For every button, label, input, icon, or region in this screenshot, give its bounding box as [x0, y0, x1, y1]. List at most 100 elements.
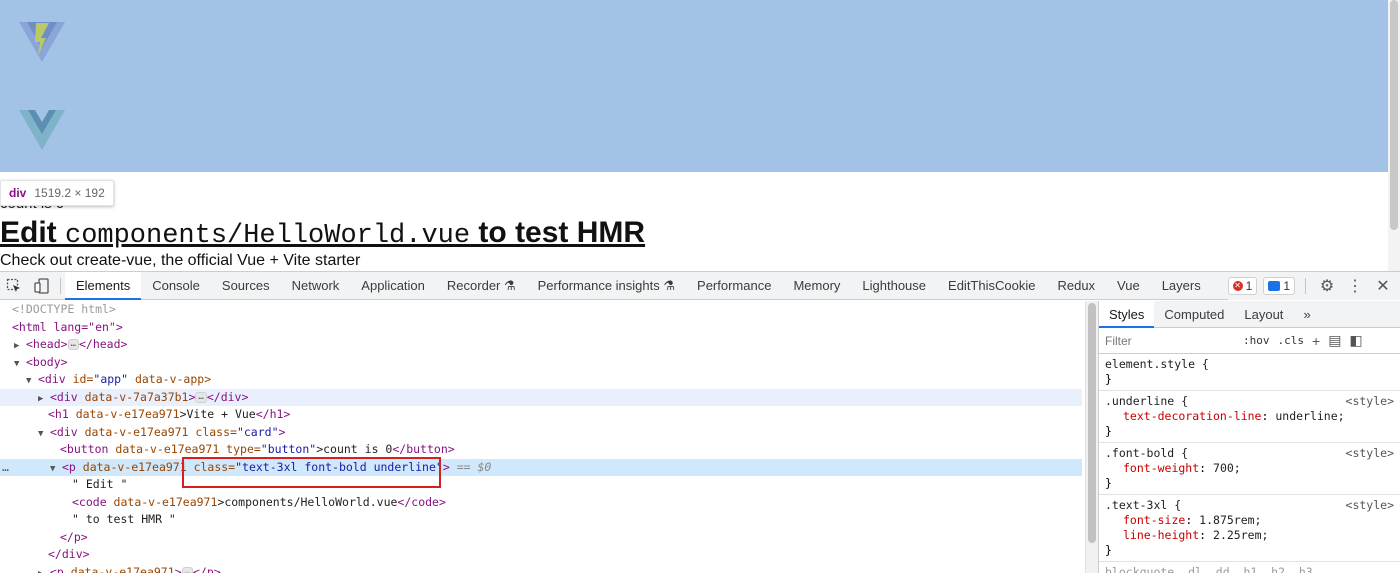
tab-memory[interactable]: Memory: [782, 272, 851, 300]
page-heading: Edit components/HelloWorld.vue to test H…: [0, 213, 645, 256]
div-tag: <div: [50, 424, 78, 439]
tab-lighthouse[interactable]: Lighthouse: [851, 272, 937, 300]
head-close-tag: </head>: [78, 337, 128, 351]
expand-arrow-icon[interactable]: ▶: [38, 566, 50, 573]
tree-row-div-close[interactable]: </div>: [0, 546, 1082, 564]
tab-layout[interactable]: Layout: [1234, 301, 1293, 328]
tab-performance[interactable]: Performance: [686, 272, 782, 300]
heading-code: components/HelloWorld.vue: [65, 221, 471, 251]
styles-filter-input[interactable]: [1105, 333, 1235, 348]
rule-source[interactable]: <style>: [1346, 394, 1394, 409]
tab-network[interactable]: Network: [281, 272, 351, 300]
style-property[interactable]: text-decoration-line: underline;: [1105, 409, 1394, 424]
collapsed-ellipsis[interactable]: …: [181, 566, 193, 573]
tree-row-div-card[interactable]: ▼ <div data-v-e17ea971 class="card">: [0, 424, 1082, 442]
device-toolbar-icon[interactable]: [28, 272, 56, 300]
attr-name: data-v-7a7a37b1: [77, 389, 189, 404]
p-tag: <p: [62, 459, 76, 474]
attr-name: data-v-e17ea971: [75, 459, 187, 474]
tag-end: >: [278, 424, 286, 439]
devtools-tabbar-actions: ✕ 1 1 ⚙ ⋮ ✕: [1227, 272, 1400, 300]
tree-row-html[interactable]: <html lang="en">: [0, 319, 1082, 337]
button-tag: <button: [60, 442, 109, 456]
attr-name: class=: [186, 459, 236, 474]
tree-row-button[interactable]: <button data-v-e17ea971 type="button">co…: [0, 441, 1082, 459]
attr-value: "card": [236, 424, 279, 439]
tab-computed[interactable]: Computed: [1154, 301, 1234, 328]
tree-row-doctype[interactable]: <!DOCTYPE html>: [0, 301, 1082, 319]
attr-name: data-v-e17ea971: [106, 494, 218, 509]
tree-row-text-hmr[interactable]: " to test HMR ": [0, 511, 1082, 529]
page-scrollbar-thumb[interactable]: [1390, 0, 1398, 230]
div-close-tag: </div>: [206, 389, 249, 404]
tab-recorder[interactable]: Recorder ⚗: [436, 272, 527, 300]
rule-close: }: [1105, 543, 1112, 557]
devtools-panel: Elements Console Sources Network Applica…: [0, 271, 1400, 573]
computed-styles-toggle-icon[interactable]: ▤: [1328, 332, 1341, 349]
property-name: font-weight: [1123, 461, 1200, 475]
close-icon[interactable]: ✕: [1372, 276, 1394, 296]
elements-scrollbar-thumb[interactable]: [1088, 303, 1096, 543]
more-tabs-icon[interactable]: »: [1293, 301, 1320, 328]
h1-tag: <h1: [48, 407, 69, 421]
style-property[interactable]: font-weight: 700;: [1105, 461, 1394, 476]
attr-name: data-v-app>: [128, 372, 212, 386]
more-options-icon[interactable]: ⋮: [1344, 276, 1366, 296]
collapsed-ellipsis[interactable]: …: [195, 391, 207, 403]
message-count-badge[interactable]: 1: [1263, 277, 1295, 295]
text-node: " Edit ": [72, 477, 128, 491]
inspect-element-icon[interactable]: [0, 272, 28, 300]
tree-row-h1[interactable]: <h1 data-v-e17ea971>Vite + Vue</h1>: [0, 406, 1082, 424]
tab-console[interactable]: Console: [141, 272, 211, 300]
row-more-dots[interactable]: …: [0, 459, 50, 477]
style-property[interactable]: font-size: 1.875rem;: [1105, 513, 1394, 528]
elements-scrollbar[interactable]: [1085, 301, 1098, 573]
h1-text: >Vite + Vue: [179, 407, 256, 421]
tab-editthiscookie[interactable]: EditThisCookie: [937, 272, 1046, 300]
gear-icon[interactable]: ⚙: [1316, 276, 1338, 296]
sidebar-toggle-icon[interactable]: ◧: [1349, 332, 1362, 349]
add-rule-icon[interactable]: +: [1312, 333, 1320, 349]
page-scrollbar[interactable]: [1388, 0, 1400, 271]
hover-state-toggle[interactable]: :hov: [1243, 334, 1270, 347]
tree-row-code[interactable]: <code data-v-e17ea971>components/HelloWo…: [0, 494, 1082, 512]
property-value: 700;: [1213, 461, 1241, 475]
tree-row-body[interactable]: ▼ <body>: [0, 354, 1082, 372]
body-tag: <body>: [26, 354, 68, 369]
tab-vue[interactable]: Vue: [1106, 272, 1151, 300]
style-rule-underline[interactable]: <style> .underline { text-decoration-lin…: [1099, 391, 1400, 443]
tab-styles[interactable]: Styles: [1099, 301, 1155, 328]
rule-source[interactable]: <style>: [1346, 446, 1394, 461]
tree-row-p-selected[interactable]: … ▼ <p data-v-e17ea971 class="text-3xl fon…: [0, 458, 1082, 477]
code-tag: <code: [72, 494, 107, 509]
attr-name: data-v-e17ea971: [108, 442, 220, 456]
tab-application[interactable]: Application: [350, 272, 436, 300]
style-rule-text-3xl[interactable]: <style> .text-3xl { font-size: 1.875rem;…: [1099, 495, 1400, 562]
style-property[interactable]: line-height: 2.25rem;: [1105, 528, 1394, 543]
attr-name: id=: [65, 372, 94, 386]
tree-row-div-7a7a37b1[interactable]: ▶ <div data-v-7a7a37b1>… </div>: [0, 388, 1082, 406]
class-toggle[interactable]: .cls: [1278, 334, 1305, 347]
elements-tree[interactable]: <!DOCTYPE html> <html lang="en"> ▶ <head>…: [0, 301, 1085, 573]
styles-filter-bar: :hov .cls + ▤ ◧: [1099, 328, 1400, 354]
rule-source[interactable]: <style>: [1346, 498, 1394, 513]
toolbar-divider: [1305, 278, 1306, 294]
error-count-badge[interactable]: ✕ 1: [1227, 277, 1258, 295]
tab-redux[interactable]: Redux: [1046, 272, 1106, 300]
tooltip-size: 1519.2 × 192: [34, 186, 105, 200]
tree-row-p-close[interactable]: </p>: [0, 529, 1082, 547]
h1-close-tag: </h1>: [255, 407, 291, 421]
tab-elements[interactable]: Elements: [65, 271, 142, 300]
style-rule-user-agent[interactable]: blockquote, dl, dd, h1, h2, h3,: [1099, 562, 1400, 573]
tab-performance-insights[interactable]: Performance insights ⚗: [527, 272, 686, 300]
collapsed-ellipsis[interactable]: …: [67, 339, 79, 350]
tree-row-text-edit[interactable]: " Edit ": [0, 476, 1082, 494]
style-rule-element[interactable]: element.style { }: [1099, 354, 1400, 391]
tab-layers[interactable]: Layers: [1151, 272, 1212, 300]
tab-sources[interactable]: Sources: [211, 272, 281, 300]
tree-row-head[interactable]: ▶ <head>… </head>: [0, 336, 1082, 354]
div-app-tag: <div: [38, 372, 66, 386]
tree-row-p-next[interactable]: ▶<p data-v-e17ea971>…</p>: [0, 564, 1082, 573]
tree-row-div-app[interactable]: ▼ <div id="app" data-v-app>: [0, 371, 1082, 389]
style-rule-font-bold[interactable]: <style> .font-bold { font-weight: 700; }: [1099, 443, 1400, 495]
